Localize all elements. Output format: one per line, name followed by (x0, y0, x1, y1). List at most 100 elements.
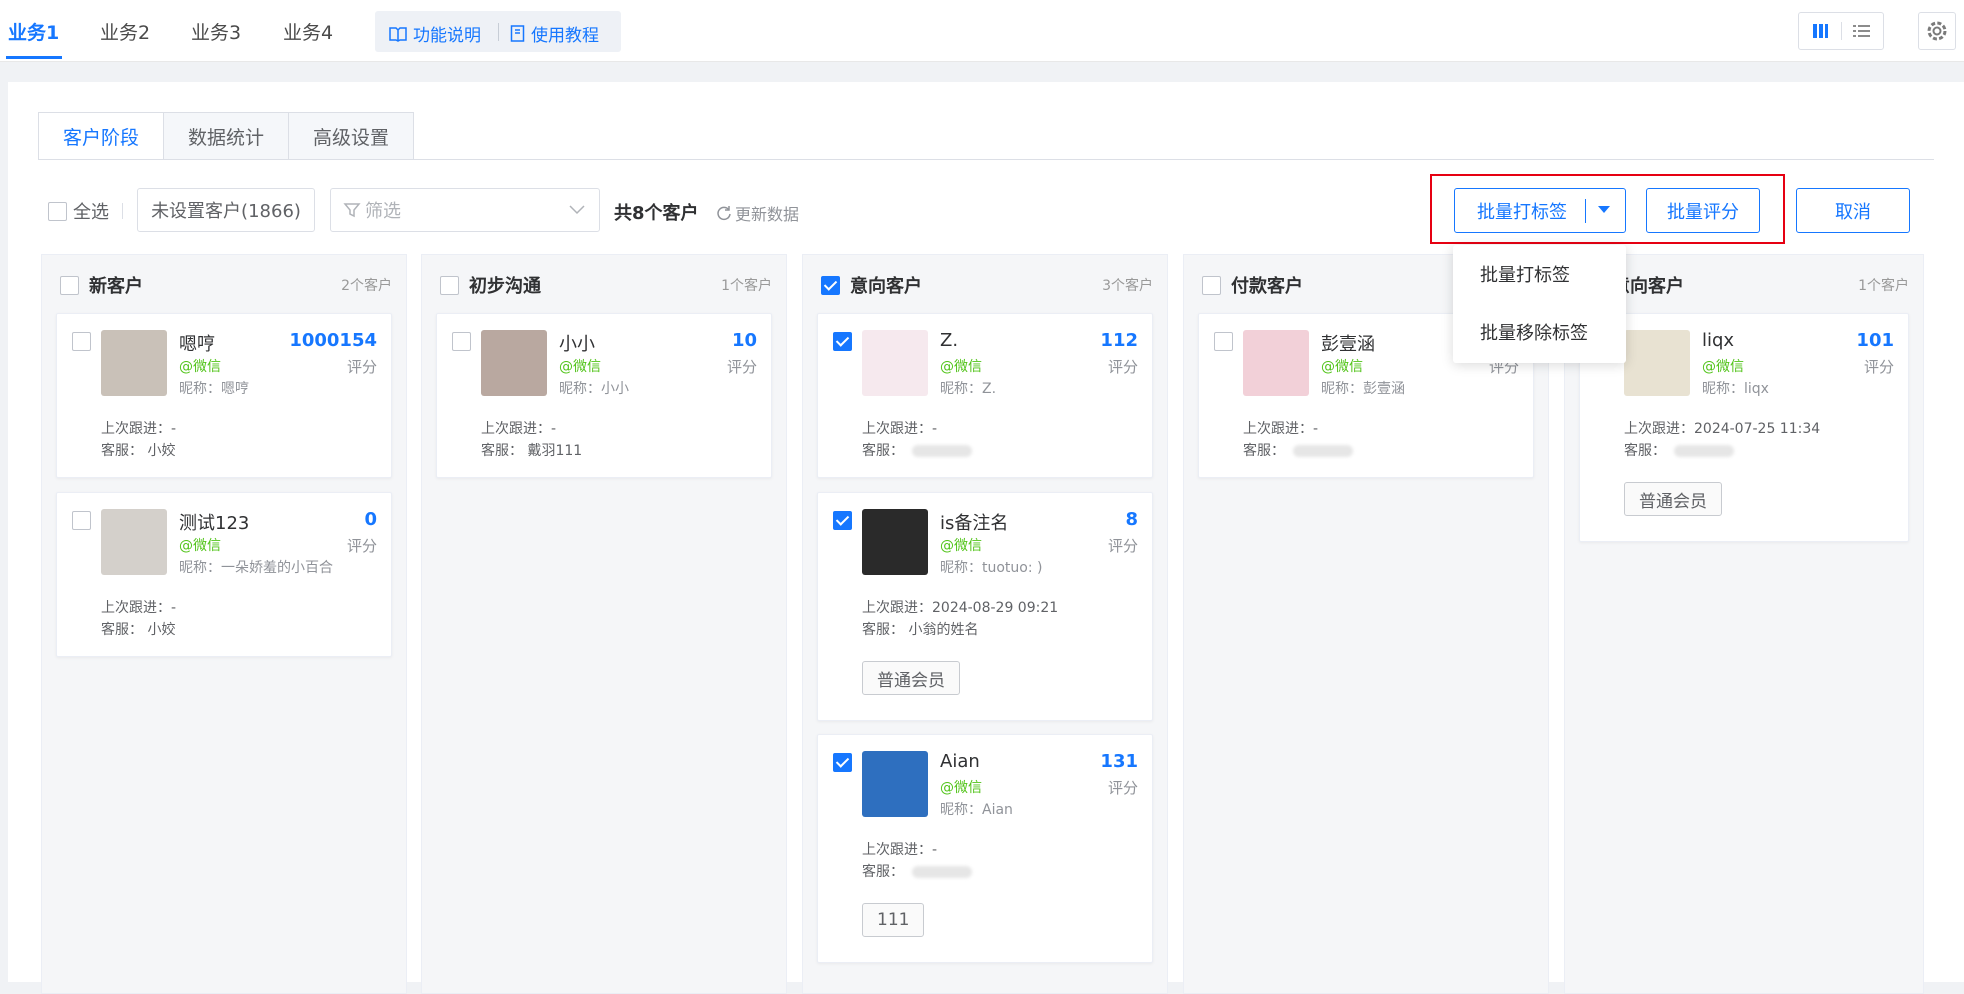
dropdown-item-remove-tag[interactable]: 批量移除标签 (1480, 319, 1588, 345)
settings-button[interactable] (1918, 12, 1956, 50)
score-label: 评分 (1107, 537, 1138, 555)
stage-count: 2个客户 (341, 278, 392, 294)
customer-service-text: 客服： 小翁的姓名 (862, 622, 979, 638)
customer-nickname: 昵称：彭壹涵 (1321, 381, 1405, 397)
customer-card[interactable]: 小小 @微信 昵称：小小 10 评分 上次跟进：- 客服： 戴羽111 (436, 313, 772, 478)
stage-column: 初步沟通 1个客户 小小 @微信 昵称：小小 10 评分 上次跟进：- 客服： … (421, 254, 787, 994)
stage-column: 新客户 2个客户 嗯哼 @微信 昵称：嗯哼 1000154 评分 上次跟进：- … (41, 254, 407, 994)
customer-checkbox[interactable] (452, 332, 471, 351)
customer-checkbox[interactable] (72, 511, 91, 530)
customer-name[interactable]: 嗯哼 (179, 330, 215, 356)
customer-source: @微信 (940, 538, 982, 554)
help-links: 功能说明 使用教程 (375, 11, 621, 52)
avatar (1624, 330, 1690, 396)
total-customers: 共8个客户 (614, 203, 699, 224)
customer-name[interactable]: liqx (1702, 330, 1734, 351)
cancel-button[interactable]: 取消 (1796, 188, 1910, 233)
last-follow-up: 上次跟进：- (101, 421, 177, 437)
stage-checkbox[interactable] (440, 275, 459, 295)
business-tab-2[interactable]: 业务2 (100, 18, 150, 45)
list-view-icon[interactable] (1851, 21, 1873, 41)
customer-nickname: 昵称：tuotuo: ) (940, 560, 1043, 576)
score-label: 评分 (726, 358, 757, 376)
customer-checkbox[interactable] (833, 511, 852, 530)
customer-checkbox[interactable] (1214, 332, 1233, 351)
view-toggle (1798, 12, 1884, 50)
stage-checkbox[interactable] (60, 275, 79, 295)
customer-service: 客服： 小姣 (101, 619, 175, 639)
select-all[interactable]: 全选 (48, 198, 109, 224)
chevron-down-icon (569, 205, 585, 215)
blurred-name (1674, 445, 1734, 457)
stage-title: 新客户 (89, 276, 143, 297)
customer-checkbox[interactable] (833, 332, 852, 351)
business-tab-4[interactable]: 业务4 (283, 18, 333, 45)
customer-name[interactable]: 小小 (559, 330, 595, 356)
customer-name[interactable]: Z. (940, 330, 958, 351)
customer-service-text: 客服： 小姣 (101, 443, 176, 459)
avatar (862, 330, 928, 396)
tutorial-link[interactable]: 使用教程 (510, 21, 599, 46)
tabs-divider (38, 159, 1934, 160)
tab-advanced-settings[interactable]: 高级设置 (288, 112, 415, 160)
customer-checkbox[interactable] (72, 332, 91, 351)
filter-select[interactable]: 筛选 (330, 188, 600, 232)
customer-service: 客服： (1243, 440, 1353, 460)
customer-source: @微信 (1321, 359, 1363, 375)
dropdown-item-add-tag[interactable]: 批量打标签 (1480, 261, 1570, 287)
avatar (1243, 330, 1309, 396)
customer-tag[interactable]: 普通会员 (862, 661, 960, 695)
customer-score: 8 (1125, 509, 1138, 530)
customer-source: @微信 (179, 359, 221, 375)
stage-title: 付款客户 (1231, 276, 1303, 297)
customer-card[interactable]: Aian @微信 昵称：Aian 131 评分 上次跟进：- 客服： 111 (817, 734, 1153, 963)
unassigned-customers-button[interactable]: 未设置客户(1866) (137, 188, 315, 232)
customer-card[interactable]: Z. @微信 昵称：Z. 112 评分 上次跟进：- 客服： (817, 313, 1153, 478)
customer-service: 客服： 小姣 (101, 440, 175, 460)
customer-tag[interactable]: 普通会员 (1624, 482, 1722, 516)
filter-icon (343, 203, 361, 218)
customer-name[interactable]: 彭壹涵 (1321, 330, 1375, 356)
customer-service-text: 客服： 小姣 (101, 622, 176, 638)
business-tab-1[interactable]: 业务1 (8, 18, 59, 45)
customer-name[interactable]: Aian (940, 751, 980, 772)
customer-name[interactable]: 测试123 (179, 509, 249, 535)
customer-card[interactable]: is备注名 @微信 昵称：tuotuo: ) 8 评分 上次跟进：2024-08… (817, 492, 1153, 721)
last-follow-up: 上次跟进：2024-07-25 11:34 (1624, 421, 1821, 437)
select-all-checkbox[interactable] (48, 201, 67, 221)
customer-card[interactable]: 嗯哼 @微信 昵称：嗯哼 1000154 评分 上次跟进：- 客服： 小姣 (56, 313, 392, 478)
customer-nickname: 昵称：liqx (1702, 381, 1769, 397)
customer-tag[interactable]: 111 (862, 903, 925, 937)
tutorial-link-label: 使用教程 (531, 26, 599, 46)
customer-card[interactable]: liqx @微信 昵称：liqx 101 评分 上次跟进：2024-07-25 … (1579, 313, 1909, 542)
customer-service: 客服： (862, 861, 972, 881)
stage-checkbox[interactable] (1202, 275, 1221, 295)
business-tab-3[interactable]: 业务3 (191, 18, 241, 45)
stage-title: 初步沟通 (469, 276, 541, 297)
last-follow-up: 上次跟进：- (1243, 421, 1319, 437)
stage-checkbox[interactable] (821, 275, 840, 295)
score-label: 评分 (1107, 358, 1138, 376)
tab-customer-stage[interactable]: 客户阶段 (38, 112, 165, 160)
stage-column: 付款客户 彭壹涵 @微信 昵称：彭壹涵 评分 上次跟进：- 客服： (1183, 254, 1549, 994)
kanban-view-icon[interactable] (1809, 21, 1831, 41)
stage-column: 意向客户 3个客户 Z. @微信 昵称：Z. 112 评分 上次跟进：- 客服：… (802, 254, 1168, 994)
select-all-label: 全选 (73, 202, 109, 223)
customer-score: 112 (1100, 330, 1138, 351)
customer-name[interactable]: is备注名 (940, 509, 1008, 535)
last-follow-up: 上次跟进：- (101, 600, 177, 616)
customer-service-text: 客服： 戴羽111 (481, 443, 583, 459)
blurred-name (912, 866, 972, 878)
features-link[interactable]: 功能说明 (389, 21, 481, 46)
top-bar: 业务1 业务2 业务3 业务4 功能说明 使用教程 (0, 0, 1964, 62)
refresh-data-button[interactable]: 更新数据 (716, 201, 799, 225)
toolbar-separator (122, 203, 123, 219)
customer-checkbox[interactable] (833, 753, 852, 772)
customer-score: 10 (731, 330, 757, 351)
stage-column-header: 意向客户 3个客户 (821, 273, 1153, 297)
tab-data-statistics[interactable]: 数据统计 (163, 112, 290, 160)
customer-card[interactable]: 测试123 @微信 昵称：一朵娇羞的小百合 0 评分 上次跟进：- 客服： 小姣 (56, 492, 392, 657)
customer-service: 客服： 小翁的姓名 (862, 619, 978, 639)
batch-tag-dropdown: 批量打标签 批量移除标签 (1453, 245, 1626, 363)
customer-source: @微信 (559, 359, 601, 375)
